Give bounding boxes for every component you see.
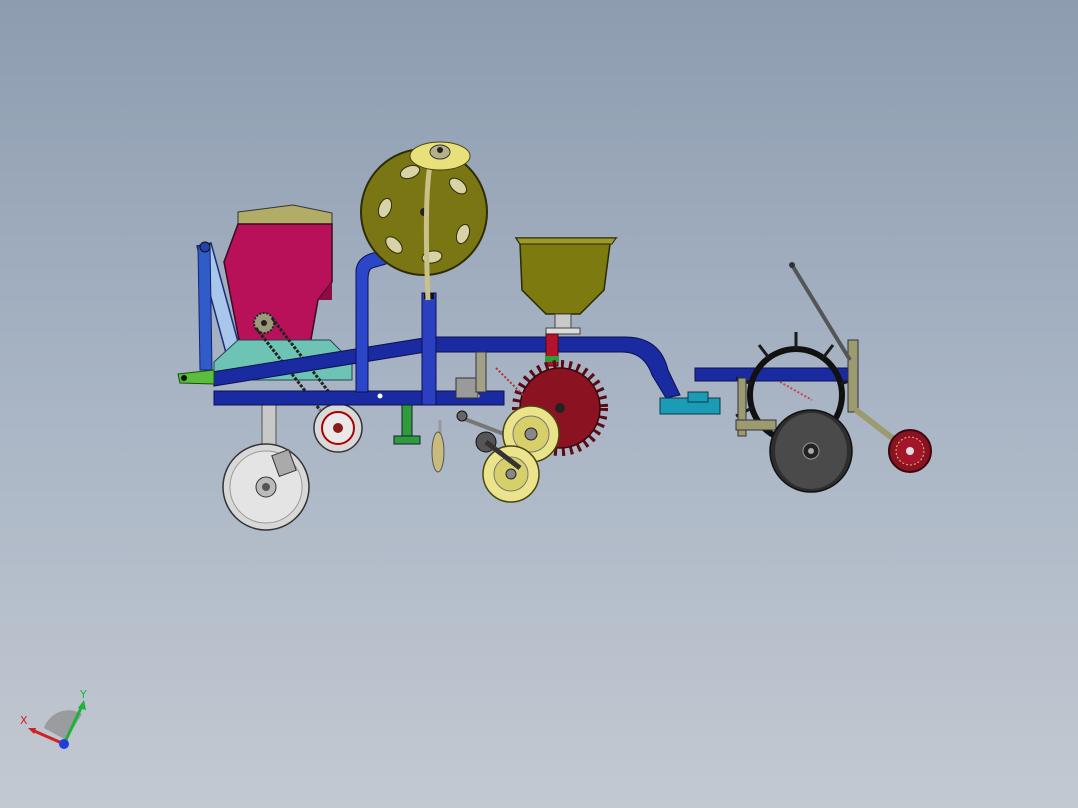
- cad-viewport[interactable]: X Y: [0, 0, 1078, 808]
- seed-hopper[interactable]: [223, 204, 333, 346]
- fertilizer-hopper[interactable]: [514, 237, 618, 335]
- seeder-assembly-model[interactable]: [0, 0, 1078, 808]
- y-axis-label: Y: [79, 688, 87, 701]
- z-axis-dot: [59, 739, 69, 749]
- orientation-triad: X Y: [20, 688, 87, 749]
- marker-disc[interactable]: [360, 141, 488, 301]
- front-disc-coulter[interactable]: [769, 409, 853, 493]
- front-gauge-wheel[interactable]: [888, 429, 932, 473]
- seed-tube: [545, 333, 559, 367]
- x-axis-label: X: [20, 714, 28, 727]
- gauge-wheel-lower[interactable]: [482, 445, 540, 503]
- rear-disc-wheel[interactable]: [222, 401, 310, 531]
- press-wheel-small[interactable]: [313, 403, 363, 453]
